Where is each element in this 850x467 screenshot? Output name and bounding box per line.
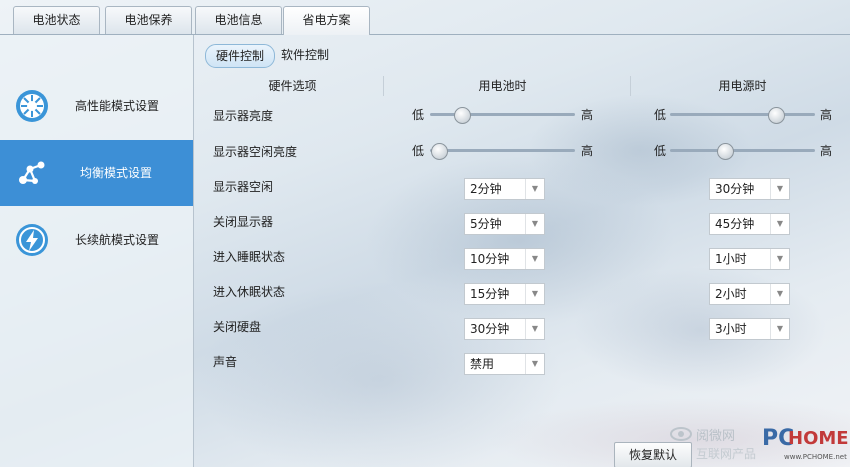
row-label-sleep: 进入睡眠状态 [213,250,286,264]
low-label: 低 [412,144,425,158]
select-value: 2小时 [715,287,747,301]
select-value: 1小时 [715,252,747,266]
ac-brightness-slider[interactable]: 低 高 [654,105,832,125]
chevron-down-icon: ▼ [525,214,544,234]
row-label-turn-off-display: 关闭显示器 [213,215,274,229]
chevron-down-icon: ▼ [525,284,544,304]
battery-sleep-select[interactable]: 10分钟 ▼ [464,248,545,270]
header-divider [383,76,384,96]
chevron-down-icon: ▼ [770,284,789,304]
ac-turn-off-disk-select[interactable]: 3小时 ▼ [709,318,790,340]
watermark: 阅微网 互联网产品 PC HOME www.PCHOME.net [670,420,850,467]
select-value: 禁用 [470,357,495,371]
battery-sound-select[interactable]: 禁用 ▼ [464,353,545,375]
low-label: 低 [412,108,425,122]
row-label-idle-brightness: 显示器空闲亮度 [213,145,298,159]
chevron-down-icon: ▼ [525,249,544,269]
row-label-turn-off-disk: 关闭硬盘 [213,320,262,334]
chevron-down-icon: ▼ [525,319,544,339]
sidebar-item-label: 长续航模式设置 [75,233,160,247]
power-manager-window: 电池状态 电池保养 电池信息 省电方案 高性能模式设置 均衡模式设置 长续航模式… [0,0,850,467]
slider-track [430,149,575,152]
slider-thumb[interactable] [717,143,735,160]
sidebar-item-balanced[interactable]: 均衡模式设置 [0,140,193,206]
battery-idle-brightness-slider[interactable]: 低 高 [412,141,594,161]
slider-track [430,113,575,116]
tab-battery-info[interactable]: 电池信息 [195,6,282,34]
subtab-hardware-control[interactable]: 硬件控制 [205,44,276,68]
watermark-logo-home: HOME [788,428,849,449]
high-label: 高 [581,144,594,158]
column-header-battery: 用电池时 [478,79,527,93]
ac-sleep-select[interactable]: 1小时 ▼ [709,248,790,270]
row-label-display-idle: 显示器空闲 [213,180,274,194]
battery-brightness-slider[interactable]: 低 高 [412,105,594,125]
tab-power-plan[interactable]: 省电方案 [283,6,370,35]
tab-battery-status[interactable]: 电池状态 [13,6,100,34]
lightning-icon [16,224,48,256]
row-label-sound: 声音 [213,355,238,369]
select-value: 2分钟 [470,182,502,196]
sidebar-item-label: 高性能模式设置 [75,99,160,113]
row-label-hibernate: 进入休眠状态 [213,285,286,299]
select-value: 30分钟 [470,322,510,336]
chevron-down-icon: ▼ [770,214,789,234]
high-label: 高 [820,108,833,122]
chevron-down-icon: ▼ [525,179,544,199]
mode-sidebar: 高性能模式设置 均衡模式设置 长续航模式设置 [0,35,194,467]
sun-icon [16,90,48,122]
sidebar-item-long-battery[interactable]: 长续航模式设置 [0,207,193,273]
low-label: 低 [654,144,667,158]
high-label: 高 [820,144,833,158]
slider-thumb[interactable] [767,107,785,124]
battery-turn-off-display-select[interactable]: 5分钟 ▼ [464,213,545,235]
header-divider [630,76,631,96]
restore-defaults-button[interactable]: 恢复默认 [614,442,692,467]
eye-logo-icon [670,427,692,441]
chevron-down-icon: ▼ [770,179,789,199]
sidebar-item-label: 均衡模式设置 [80,166,153,180]
battery-turn-off-disk-select[interactable]: 30分钟 ▼ [464,318,545,340]
battery-hibernate-select[interactable]: 15分钟 ▼ [464,283,545,305]
slider-thumb[interactable] [430,143,448,160]
slider-thumb[interactable] [453,107,471,124]
chevron-down-icon: ▼ [770,319,789,339]
row-label-display-brightness: 显示器亮度 [213,109,274,123]
ac-hibernate-select[interactable]: 2小时 ▼ [709,283,790,305]
molecule-icon [19,161,45,184]
select-value: 30分钟 [715,182,755,196]
ac-turn-off-display-select[interactable]: 45分钟 ▼ [709,213,790,235]
slider-track [670,113,815,116]
select-value: 15分钟 [470,287,510,301]
slider-track [670,149,815,152]
select-value: 10分钟 [470,252,510,266]
column-header-ac: 用电源时 [718,79,767,93]
top-tab-bar: 电池状态 电池保养 电池信息 省电方案 [0,0,850,35]
high-label: 高 [581,108,594,122]
low-label: 低 [654,108,667,122]
subtab-software-control[interactable]: 软件控制 [271,44,339,66]
battery-display-idle-select[interactable]: 2分钟 ▼ [464,178,545,200]
watermark-text: 阅微网 [696,429,736,444]
select-value: 5分钟 [470,217,502,231]
select-value: 45分钟 [715,217,755,231]
watermark-text: 互联网产品 [696,447,757,461]
ac-display-idle-select[interactable]: 30分钟 ▼ [709,178,790,200]
chevron-down-icon: ▼ [770,249,789,269]
select-value: 3小时 [715,322,747,336]
sidebar-item-high-performance[interactable]: 高性能模式设置 [0,73,193,139]
chevron-down-icon: ▼ [525,354,544,374]
ac-idle-brightness-slider[interactable]: 低 高 [654,141,832,161]
watermark-url: www.PCHOME.net [784,453,847,461]
column-header-options: 硬件选项 [268,79,317,93]
tab-battery-care[interactable]: 电池保养 [105,6,192,34]
